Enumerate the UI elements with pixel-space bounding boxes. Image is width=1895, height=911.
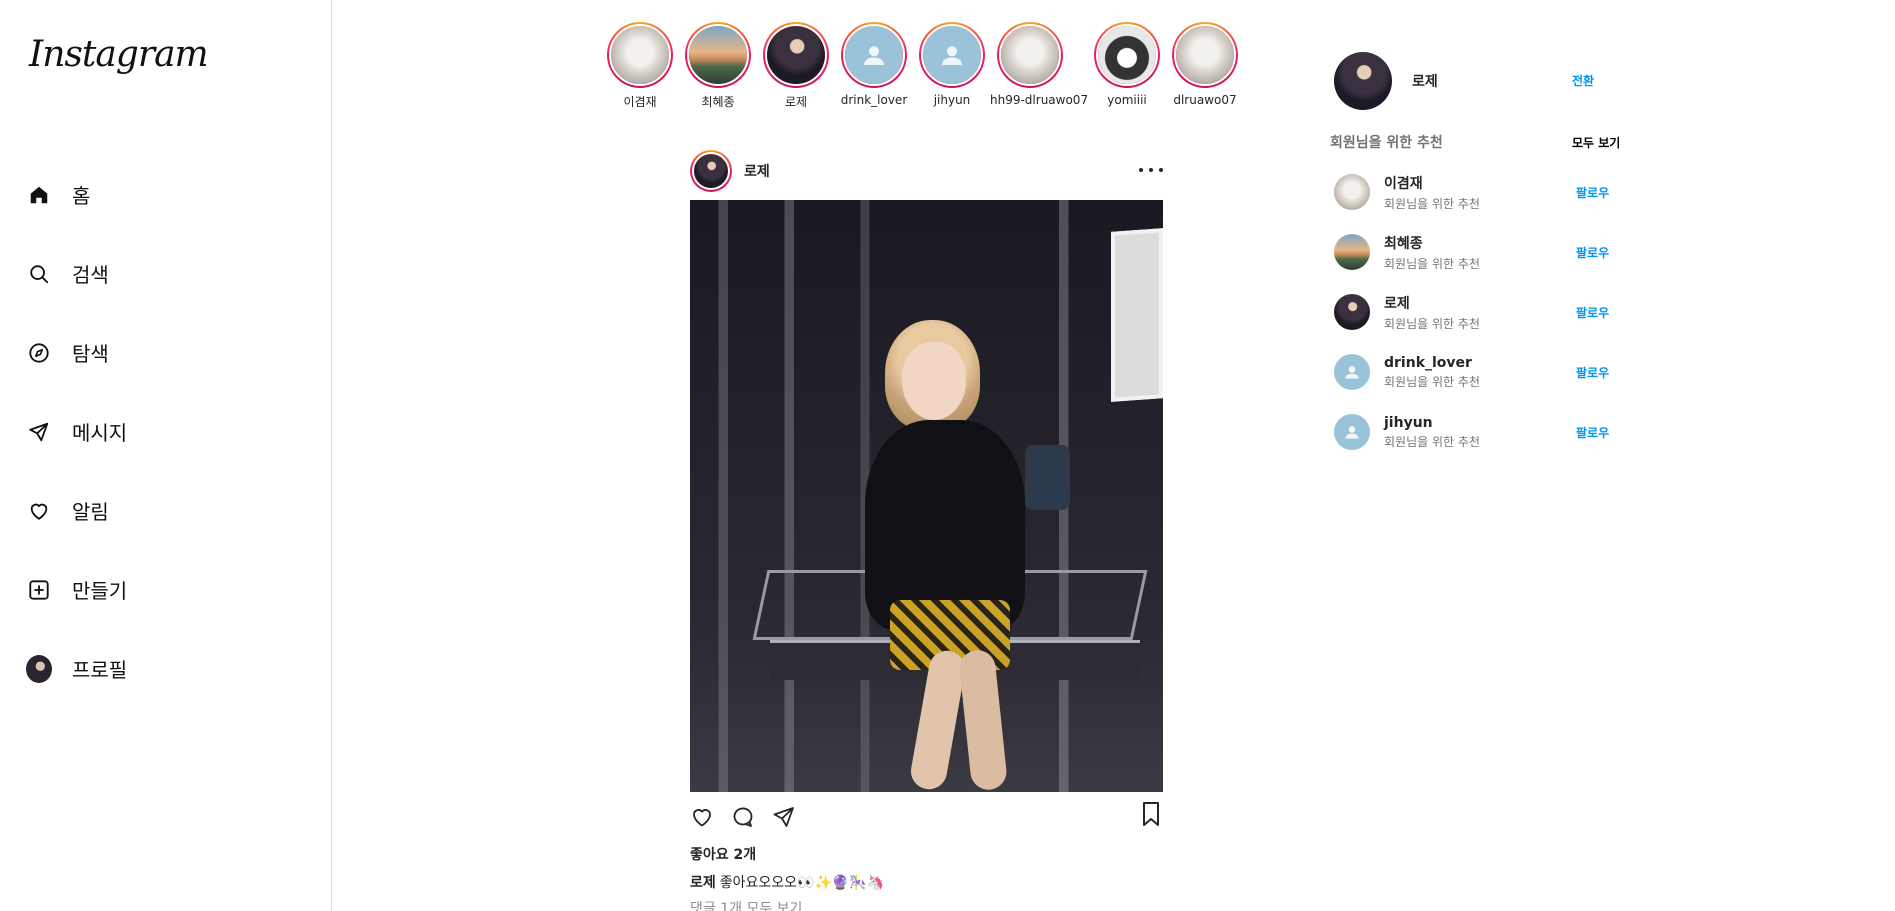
- story-username: drink_lover: [840, 93, 908, 107]
- instagram-logo[interactable]: Instagram: [29, 34, 209, 75]
- follow-button[interactable]: 팔로우: [1576, 244, 1609, 261]
- story-item[interactable]: jihyun: [912, 22, 992, 107]
- suggestion-item: jihyun 회원님을 위한 추천 팔로우: [1330, 402, 1630, 462]
- suggestion-subtitle: 회원님을 위한 추천: [1384, 374, 1480, 389]
- current-user-avatar[interactable]: [1334, 52, 1392, 110]
- story-item[interactable]: drink_lover: [834, 22, 914, 107]
- story-item[interactable]: 로제: [756, 22, 836, 110]
- suggestion-subtitle: 회원님을 위한 추천: [1384, 196, 1480, 211]
- suggestion-item: 최혜종 회원님을 위한 추천 팔로우: [1330, 222, 1630, 282]
- sidebar-item-label: 메시지: [72, 421, 128, 445]
- suggestion-username[interactable]: drink_lover: [1384, 355, 1480, 371]
- home-icon: [26, 182, 52, 208]
- sidebar-item-create[interactable]: 만들기: [26, 550, 306, 629]
- sidebar: Instagram 홈 검색 탐색 메시지 알림 만들기 프로필: [0, 0, 332, 911]
- right-panel: 로제 전환 회원님을 위한 추천 모두 보기 이겸재 회원님을 위한 추천 팔로…: [1330, 48, 1630, 462]
- sidebar-item-label: 검색: [72, 263, 109, 287]
- share-send-icon[interactable]: [772, 805, 796, 829]
- story-username: yomiiii: [1107, 93, 1147, 107]
- sidebar-item-notifications[interactable]: 알림: [26, 471, 306, 550]
- story-username: 로제: [784, 95, 808, 109]
- suggestions-list: 이겸재 회원님을 위한 추천 팔로우 최혜종 회원님을 위한 추천 팔로우 로제…: [1330, 162, 1630, 462]
- search-icon: [26, 261, 52, 287]
- suggestion-avatar[interactable]: [1334, 174, 1370, 210]
- suggestion-username[interactable]: 로제: [1384, 293, 1480, 313]
- suggestion-username[interactable]: 이겸재: [1384, 173, 1480, 193]
- sidebar-item-home[interactable]: 홈: [26, 155, 306, 234]
- suggestion-avatar[interactable]: [1334, 294, 1370, 330]
- sidebar-item-label: 만들기: [72, 579, 128, 603]
- plus-square-icon: [26, 577, 52, 603]
- suggestion-subtitle: 회원님을 위한 추천: [1384, 256, 1480, 271]
- sidebar-item-label: 홈: [72, 184, 91, 208]
- suggestion-username[interactable]: jihyun: [1384, 415, 1480, 431]
- follow-button[interactable]: 팔로우: [1576, 304, 1609, 321]
- see-all-button[interactable]: 모두 보기: [1572, 134, 1620, 151]
- story-avatar: [845, 26, 903, 84]
- sidebar-item-explore[interactable]: 탐색: [26, 313, 306, 392]
- bookmark-icon[interactable]: [1139, 802, 1163, 826]
- caption-text: 좋아요오오오👀✨🔮🎠🦄: [719, 875, 885, 891]
- story-avatar: [689, 26, 747, 84]
- follow-button[interactable]: 팔로우: [1576, 424, 1609, 441]
- story-item[interactable]: yomiiii: [1087, 22, 1167, 107]
- compass-icon: [26, 340, 52, 366]
- switch-account-button[interactable]: 전환: [1572, 72, 1594, 89]
- sidebar-item-messages[interactable]: 메시지: [26, 392, 306, 471]
- post-caption: 로제 좋아요오오오👀✨🔮🎠🦄: [690, 872, 1163, 892]
- post-author-avatar[interactable]: [690, 150, 732, 192]
- view-all-comments-link[interactable]: 댓글 1개 모두 보기: [690, 898, 1163, 911]
- suggestion-username[interactable]: 최혜종: [1384, 233, 1480, 253]
- sidebar-item-profile[interactable]: 프로필: [26, 629, 306, 708]
- like-heart-icon[interactable]: [690, 805, 714, 829]
- post-username[interactable]: 로제: [744, 161, 770, 181]
- suggestion-subtitle: 회원님을 위한 추천: [1384, 434, 1480, 449]
- caption-username[interactable]: 로제: [690, 875, 716, 891]
- sidebar-item-label: 알림: [72, 500, 109, 524]
- story-item[interactable]: hh99-dlruawo07: [990, 22, 1089, 107]
- suggestion-avatar[interactable]: [1334, 354, 1370, 390]
- post-actions: [690, 792, 1163, 842]
- suggestion-item: 이겸재 회원님을 위한 추천 팔로우: [1330, 162, 1630, 222]
- sidebar-nav: 홈 검색 탐색 메시지 알림 만들기 프로필: [26, 155, 306, 708]
- story-avatar: [1176, 26, 1234, 84]
- suggestions-header: 회원님을 위한 추천 모두 보기: [1330, 132, 1630, 154]
- story-username: 최혜종: [701, 95, 735, 109]
- story-username: 이겸재: [623, 95, 657, 109]
- story-avatar: [923, 26, 981, 84]
- send-icon: [26, 419, 52, 445]
- sidebar-item-label: 프로필: [72, 658, 128, 682]
- story-avatar: [1001, 26, 1059, 84]
- heart-icon: [26, 498, 52, 524]
- follow-button[interactable]: 팔로우: [1576, 364, 1609, 381]
- post-image[interactable]: [690, 200, 1163, 792]
- sidebar-item-search[interactable]: 검색: [26, 234, 306, 313]
- suggestion-item: drink_lover 회원님을 위한 추천 팔로우: [1330, 342, 1630, 402]
- current-user: 로제 전환: [1330, 48, 1630, 114]
- story-username: jihyun: [933, 93, 971, 107]
- suggestions-title: 회원님을 위한 추천: [1330, 135, 1443, 151]
- suggestion-item: 로제 회원님을 위한 추천 팔로우: [1330, 282, 1630, 342]
- more-options-icon[interactable]: [1139, 160, 1163, 180]
- story-username: dlruawo07: [1173, 93, 1237, 107]
- story-avatar: [767, 26, 825, 84]
- sidebar-item-label: 탐색: [72, 342, 109, 366]
- story-avatar: [611, 26, 669, 84]
- profile-avatar: [26, 654, 52, 683]
- comment-icon[interactable]: [731, 805, 755, 829]
- story-item[interactable]: 이겸재: [600, 22, 680, 110]
- suggestion-avatar[interactable]: [1334, 234, 1370, 270]
- current-user-name[interactable]: 로제: [1412, 71, 1438, 91]
- suggestion-subtitle: 회원님을 위한 추천: [1384, 316, 1480, 331]
- story-item[interactable]: dlruawo07: [1165, 22, 1245, 107]
- feed-post: 로제 좋아요 2개 로제 좋아요오오오👀✨🔮🎠🦄 댓글 1개 모두 보기: [690, 148, 1163, 911]
- post-header: 로제: [690, 148, 1163, 194]
- story-avatar: [1098, 26, 1156, 84]
- story-username: hh99-dlruawo07: [990, 93, 1089, 107]
- follow-button[interactable]: 팔로우: [1576, 184, 1609, 201]
- story-item[interactable]: 최혜종: [678, 22, 758, 110]
- like-count[interactable]: 좋아요 2개: [690, 844, 1163, 864]
- suggestion-avatar[interactable]: [1334, 414, 1370, 450]
